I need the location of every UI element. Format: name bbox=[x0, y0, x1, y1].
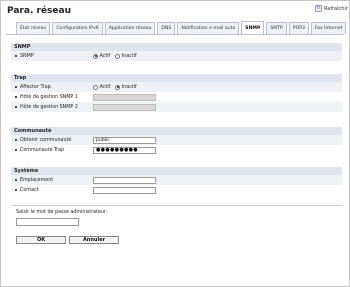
community-section-header: Communauté bbox=[11, 127, 342, 135]
affecter-actif-label: Actif bbox=[99, 84, 111, 90]
admin-password-input[interactable] bbox=[16, 218, 79, 226]
ok-button[interactable]: OK bbox=[16, 236, 66, 244]
affecter-inactif-label: Inactif bbox=[121, 84, 137, 90]
refresh-label: Rafraîchir bbox=[323, 5, 348, 12]
contact-label: Contact bbox=[20, 187, 39, 193]
snmp-host2-input[interactable] bbox=[93, 103, 156, 111]
snmp-section: SNMP SNMP Actif Inactif bbox=[11, 43, 342, 61]
bullet-icon bbox=[15, 149, 17, 151]
tab-bar: État réseau Configuration IPv6 Applicati… bbox=[16, 21, 350, 34]
affecter-trap-label: Affecter Trap bbox=[20, 84, 51, 90]
tab-application-reseau[interactable]: Application réseau bbox=[104, 22, 156, 34]
radio-unselected-icon[interactable] bbox=[115, 53, 121, 59]
contact-row: Contact bbox=[11, 185, 342, 195]
system-section-header: Système bbox=[11, 167, 342, 175]
get-community-row: Obtenir communauté public bbox=[11, 135, 342, 145]
radio-selected-icon[interactable] bbox=[115, 84, 121, 90]
refresh-icon: ↻ bbox=[314, 5, 322, 12]
snmp-host1-row: Hôte de gestion SNMP 1 bbox=[11, 92, 342, 102]
snmp-host2-label: Hôte de gestion SNMP 2 bbox=[20, 104, 78, 110]
tab-underline bbox=[6, 34, 344, 35]
snmp-host1-label: Hôte de gestion SNMP 1 bbox=[20, 94, 78, 100]
snmp-host1-input[interactable] bbox=[93, 93, 156, 101]
location-row: Emplacement bbox=[11, 175, 342, 185]
trap-section-header: Trap bbox=[11, 74, 342, 82]
trap-community-row: Communauté Trap ●●●●●●●●● bbox=[11, 145, 342, 155]
refresh-button[interactable]: ↻ Rafraîchir bbox=[314, 5, 348, 12]
snmp-radio-group: Actif Inactif bbox=[93, 53, 139, 59]
tab-pop3[interactable]: POP3 bbox=[288, 22, 309, 34]
snmp-inactif-option[interactable]: Inactif bbox=[115, 53, 137, 59]
tab-configuration-ipv6[interactable]: Configuration IPv6 bbox=[52, 22, 103, 34]
radio-selected-icon[interactable] bbox=[93, 53, 98, 59]
affecter-trap-row: Affecter Trap Actif Inactif bbox=[11, 82, 342, 92]
tab-etat-reseau[interactable]: État réseau bbox=[16, 22, 51, 34]
tab-fax-internet[interactable]: Fax Internet bbox=[310, 22, 347, 34]
bullet-icon bbox=[15, 106, 17, 108]
tab-notification-email[interactable]: Notification e-mail auto bbox=[177, 22, 240, 34]
bullet-icon bbox=[15, 86, 17, 88]
location-label: Emplacement bbox=[20, 177, 54, 183]
snmp-label: SNMP bbox=[20, 53, 34, 59]
trap-community-password-input[interactable]: ●●●●●●●●● bbox=[93, 146, 156, 154]
bullet-icon bbox=[15, 189, 17, 191]
community-section: Communauté Obtenir communauté public Com… bbox=[11, 127, 342, 155]
get-community-label: Obtenir communauté bbox=[20, 137, 72, 143]
bullet-icon bbox=[15, 96, 17, 98]
page-title: Para. réseau bbox=[7, 6, 71, 16]
get-community-input[interactable]: public bbox=[93, 136, 156, 144]
contact-input[interactable] bbox=[93, 186, 156, 194]
trap-community-label: Communauté Trap bbox=[20, 147, 65, 153]
affecter-inactif-option[interactable]: Inactif bbox=[115, 84, 137, 90]
bullet-icon bbox=[15, 139, 17, 141]
cancel-button[interactable]: Annuler bbox=[69, 236, 119, 244]
trap-section: Trap Affecter Trap Actif Inactif Hôte de… bbox=[11, 74, 342, 112]
snmp-section-header: SNMP bbox=[11, 43, 342, 51]
snmp-actif-label: Actif bbox=[99, 53, 111, 59]
section-divider bbox=[11, 205, 342, 206]
system-section: Système Emplacement Contact bbox=[11, 167, 342, 195]
snmp-actif-option[interactable]: Actif bbox=[93, 53, 111, 59]
bullet-icon bbox=[15, 55, 17, 57]
snmp-row: SNMP Actif Inactif bbox=[11, 51, 342, 61]
tab-snmp[interactable]: SNMP bbox=[241, 21, 265, 34]
tab-smtp[interactable]: SMTP bbox=[266, 22, 287, 34]
affecter-actif-option[interactable]: Actif bbox=[93, 84, 111, 90]
location-input[interactable] bbox=[93, 176, 156, 184]
radio-unselected-icon[interactable] bbox=[93, 84, 98, 90]
tab-dns[interactable]: DNS bbox=[157, 22, 176, 34]
snmp-host2-row: Hôte de gestion SNMP 2 bbox=[11, 102, 342, 112]
bullet-icon bbox=[15, 179, 17, 181]
snmp-inactif-label: Inactif bbox=[121, 53, 137, 59]
affecter-trap-radio-group: Actif Inactif bbox=[93, 84, 139, 90]
admin-password-label: Saisir le mot de passe administrateur. bbox=[16, 210, 108, 215]
